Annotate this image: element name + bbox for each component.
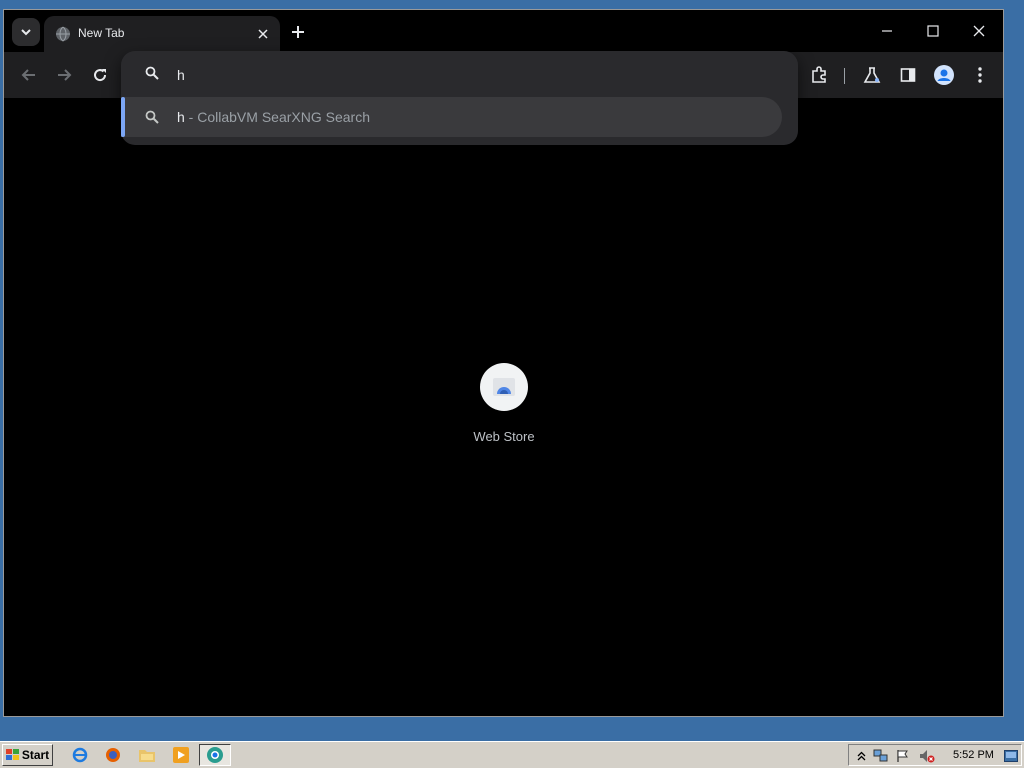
browser-window: New Tab Web Store h h - CollabVM SearXNG…: [3, 9, 1004, 717]
close-icon: [973, 25, 985, 37]
suggestion-engine: - CollabVM SearXNG Search: [184, 109, 370, 125]
flag-icon: [897, 750, 908, 762]
omnibox: [121, 51, 798, 97]
globe-icon: [56, 26, 70, 42]
quicklaunch-media-player[interactable]: [172, 746, 190, 764]
chrome-icon: [207, 747, 223, 763]
arrow-left-icon: [21, 69, 35, 81]
folder-icon: [139, 750, 155, 762]
forward-button[interactable]: [52, 63, 76, 87]
side-panel-button[interactable]: [896, 63, 920, 87]
show-desktop-icon: [1004, 750, 1018, 762]
volume-muted-icon: [920, 750, 935, 763]
suggestion-query: h: [177, 109, 185, 125]
tab-title: New Tab: [78, 26, 125, 40]
minimize-button[interactable]: [864, 16, 910, 46]
plus-icon: [292, 26, 304, 38]
selection-indicator: [121, 97, 125, 137]
system-tray: 5:52 PM: [848, 744, 1022, 766]
profile-button[interactable]: [932, 63, 956, 87]
close-icon: [258, 29, 268, 39]
flask-icon: [863, 67, 881, 83]
reload-icon: [94, 69, 107, 82]
toolbar-divider: [844, 68, 845, 84]
taskbar: Start 5:52 PM: [0, 741, 1024, 768]
media-player-icon: [173, 747, 189, 763]
omnibox-dropdown: h - CollabVM SearXNG Search: [121, 51, 798, 145]
tab-strip: New Tab: [4, 10, 1003, 52]
back-button[interactable]: [17, 63, 41, 87]
clock[interactable]: 5:52 PM: [953, 749, 994, 761]
labs-button[interactable]: [860, 63, 884, 87]
start-label: Start: [21, 748, 50, 762]
maximize-icon: [927, 25, 939, 37]
maximize-button[interactable]: [910, 16, 956, 46]
shortcut-web-store[interactable]: Web Store: [470, 363, 538, 453]
show-hidden-icons-button[interactable]: [853, 748, 869, 764]
tray-volume-button[interactable]: [919, 748, 935, 764]
quicklaunch-explorer[interactable]: [138, 746, 156, 764]
start-button[interactable]: Start: [2, 744, 53, 766]
minimize-icon: [882, 30, 892, 32]
address-bar-input[interactable]: [177, 64, 757, 86]
web-store-tile[interactable]: [480, 363, 528, 411]
web-store-icon: [493, 378, 515, 396]
firefox-icon: [106, 748, 120, 762]
windows-logo-icon: [5, 749, 19, 760]
tab-list-button[interactable]: [12, 18, 40, 46]
search-icon: [145, 110, 159, 124]
chevron-up-icon: [857, 751, 865, 761]
new-tab-button[interactable]: [288, 22, 308, 42]
extensions-button[interactable]: [807, 63, 831, 87]
profile-icon: [934, 65, 954, 85]
reload-button[interactable]: [88, 63, 112, 87]
search-icon: [145, 66, 159, 80]
suggestion-text: h - CollabVM SearXNG Search: [177, 109, 370, 125]
kebab-menu-icon: [978, 67, 982, 83]
side-panel-icon: [900, 68, 916, 82]
close-window-button[interactable]: [956, 16, 1002, 46]
omnibox-suggestion[interactable]: h - CollabVM SearXNG Search: [121, 97, 782, 137]
arrow-right-icon: [58, 69, 72, 81]
shortcut-label: Web Store: [473, 429, 535, 444]
chevron-down-icon: [21, 29, 31, 36]
internet-explorer-icon: [72, 747, 88, 763]
show-desktop-button[interactable]: [1003, 748, 1019, 764]
taskbar-chrome-button[interactable]: [199, 744, 231, 766]
menu-button[interactable]: [968, 63, 992, 87]
tab-close-button[interactable]: [254, 25, 272, 43]
quicklaunch-firefox[interactable]: [104, 746, 122, 764]
quicklaunch-ie[interactable]: [71, 746, 89, 764]
new-tab-page: Web Store: [4, 98, 1003, 716]
network-icon: [873, 749, 888, 762]
tab-new-tab[interactable]: New Tab: [44, 16, 280, 52]
puzzle-icon: [812, 66, 826, 83]
tray-network-icon-button[interactable]: [873, 748, 889, 764]
tray-action-center-button[interactable]: [895, 748, 911, 764]
